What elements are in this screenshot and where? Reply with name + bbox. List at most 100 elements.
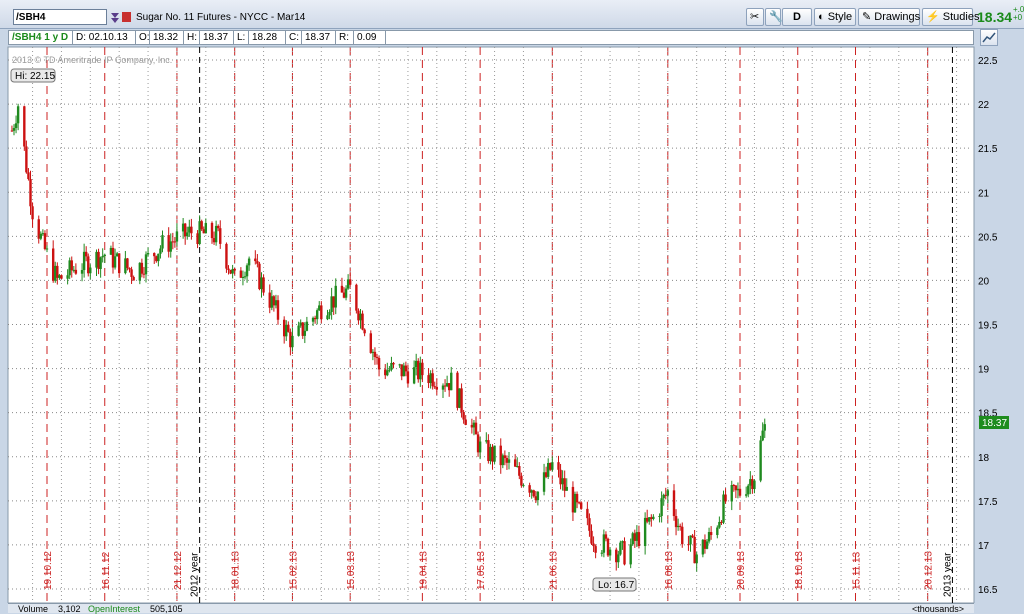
candle-body	[146, 253, 150, 255]
candle-body	[722, 494, 725, 523]
candle-body	[227, 268, 230, 271]
candle-body	[643, 517, 647, 547]
x-tick-label: 15.11.13	[852, 551, 863, 590]
y-tick-label: 21	[978, 188, 990, 199]
last-price-tag: 18.37	[979, 416, 1009, 429]
candle-body	[289, 331, 292, 348]
candle-body	[575, 493, 579, 503]
candle-body	[153, 253, 156, 257]
candle-body	[546, 463, 550, 477]
candle-body	[301, 322, 304, 336]
candle-body	[608, 549, 612, 556]
candle-body	[282, 319, 286, 337]
candle-body	[579, 502, 583, 509]
candle-body	[214, 225, 218, 243]
candle-body	[664, 494, 667, 496]
candle-body	[173, 241, 177, 243]
candle-body	[724, 494, 727, 502]
candle-body	[635, 532, 639, 541]
candle-body	[536, 491, 540, 501]
y-tick-label: 20	[978, 276, 990, 287]
candle-body	[629, 544, 632, 565]
candle-body	[503, 455, 507, 459]
candle-body	[689, 535, 692, 545]
candle-body	[219, 228, 222, 244]
candle-body	[303, 330, 307, 336]
candle-body	[54, 265, 57, 281]
candle-body	[414, 360, 418, 368]
candle-body	[732, 484, 736, 486]
candle-body	[738, 488, 742, 496]
candle-body	[39, 233, 43, 239]
candle-body	[592, 543, 595, 547]
lo-label: Lo: 16.7	[598, 580, 635, 591]
year-label: 2012 year	[190, 552, 201, 597]
y-tick-label: 20.5	[978, 232, 998, 243]
candle-body	[23, 106, 26, 147]
candle-body	[763, 424, 766, 431]
candle-body	[586, 508, 589, 519]
candle-body	[231, 268, 234, 274]
candle-body	[460, 388, 463, 413]
candle-body	[16, 106, 20, 124]
candle-body	[45, 248, 49, 250]
candle-body	[318, 305, 321, 311]
candle-body	[225, 243, 228, 269]
open-interest-label: OpenInterest	[88, 604, 141, 614]
candle-body	[10, 130, 14, 132]
candle-body	[111, 247, 115, 268]
candle-body	[315, 310, 319, 320]
candle-body	[320, 305, 323, 320]
lo-callout: Lo: 16.7	[592, 577, 637, 592]
candle-body	[274, 300, 278, 306]
open-interest-value: 505,105	[150, 604, 183, 614]
candle-body	[662, 494, 665, 499]
candle-body	[528, 485, 531, 493]
candle-body	[542, 472, 546, 492]
candle-body	[198, 221, 201, 245]
candle-body	[557, 462, 560, 470]
candle-body	[363, 329, 366, 334]
candle-body	[155, 256, 158, 262]
candle-body	[730, 484, 733, 502]
candle-body	[334, 285, 337, 308]
candle-body	[348, 279, 352, 285]
candle-body	[435, 386, 439, 390]
price-chart[interactable]: 22.52221.52120.52019.51918.51817.51716.5…	[0, 0, 1024, 603]
candle-body	[617, 554, 620, 563]
candle-body	[674, 516, 678, 528]
candle-body	[681, 526, 684, 545]
candle-body	[534, 496, 538, 501]
candle-body	[291, 335, 294, 348]
candle-body	[171, 241, 175, 243]
candle-body	[544, 472, 548, 477]
candle-body	[604, 534, 608, 539]
candle-body	[202, 229, 205, 234]
hi-label: Hi: 22.15	[15, 71, 55, 82]
candle-body	[375, 356, 379, 359]
candle-body	[142, 273, 146, 275]
candle-body	[761, 430, 764, 441]
candle-body	[709, 532, 713, 536]
y-tick-label: 22	[978, 100, 990, 111]
x-tick-label: 16.08.13	[664, 551, 675, 590]
candle-body	[695, 554, 698, 564]
candle-body	[373, 351, 377, 357]
x-tick-label: 21.06.13	[548, 551, 559, 590]
candle-body	[159, 248, 162, 254]
x-tick-label: 17.05.13	[476, 551, 487, 590]
candle-body	[258, 263, 261, 290]
candle-body	[12, 128, 16, 131]
candle-body	[210, 222, 214, 239]
candle-body	[747, 485, 750, 495]
candle-body	[476, 434, 480, 453]
candle-body	[200, 221, 203, 230]
candle-body	[491, 446, 494, 462]
candle-body	[507, 459, 511, 463]
candle-body	[749, 479, 752, 486]
y-tick-label: 17	[978, 541, 990, 552]
candle-body	[431, 373, 434, 387]
candle-body	[400, 364, 403, 377]
candle-body	[606, 538, 610, 556]
candle-body	[549, 463, 552, 470]
